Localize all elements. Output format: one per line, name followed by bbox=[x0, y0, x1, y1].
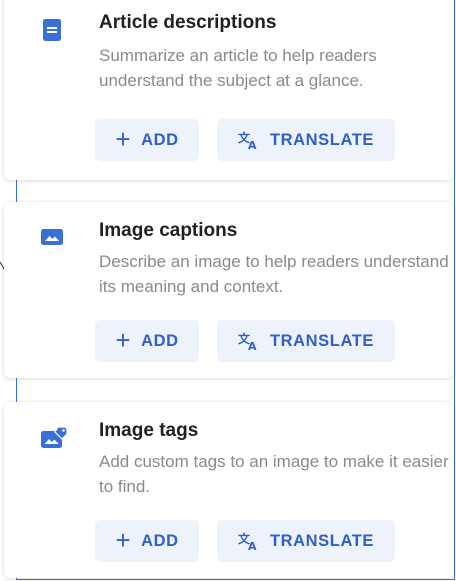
add-button-label: ADD bbox=[141, 531, 179, 550]
add-button[interactable]: + ADD bbox=[95, 320, 199, 362]
translate-button[interactable]: 文 A TRANSLATE bbox=[217, 320, 395, 362]
add-button-label: ADD bbox=[141, 130, 179, 149]
translate-icon: 文 A bbox=[238, 130, 257, 150]
article-icon bbox=[43, 19, 61, 41]
card-description: Summarize an article to help readers und… bbox=[99, 46, 377, 90]
svg-text:A: A bbox=[248, 139, 257, 150]
translate-button-label: TRANSLATE bbox=[269, 130, 375, 149]
card-title: Image captions bbox=[99, 220, 238, 241]
translate-button[interactable]: 文 A TRANSLATE bbox=[217, 520, 395, 562]
translate-button-label: TRANSLATE bbox=[269, 331, 375, 350]
svg-text:A: A bbox=[248, 540, 257, 551]
plus-icon: + bbox=[115, 124, 132, 154]
add-button[interactable]: + ADD bbox=[95, 119, 199, 161]
plus-icon: + bbox=[115, 325, 132, 355]
add-button[interactable]: + ADD bbox=[95, 520, 199, 562]
add-button-label: ADD bbox=[141, 331, 179, 350]
card-description: Describe an image to help readers unders… bbox=[99, 252, 449, 296]
card-title: Article descriptions bbox=[99, 12, 277, 33]
image-tags-card: Image tags Add custom tags to an image t… bbox=[4, 402, 454, 578]
plus-icon: + bbox=[115, 525, 132, 555]
svg-text:A: A bbox=[248, 340, 257, 351]
translate-button-label: TRANSLATE bbox=[269, 531, 375, 550]
image-tag-icon bbox=[41, 426, 68, 448]
translate-icon: 文 A bbox=[238, 531, 257, 551]
card-description: Add custom tags to an image to make it e… bbox=[99, 452, 449, 496]
translate-button[interactable]: 文 A TRANSLATE bbox=[217, 119, 395, 161]
translate-icon: 文 A bbox=[238, 331, 257, 351]
image-captions-card: Image captions Describe an image to help… bbox=[4, 202, 454, 378]
card-title: Image tags bbox=[99, 420, 199, 441]
image-icon bbox=[41, 229, 63, 245]
article-descriptions-card: Article descriptions Summarize an articl… bbox=[4, 0, 454, 180]
